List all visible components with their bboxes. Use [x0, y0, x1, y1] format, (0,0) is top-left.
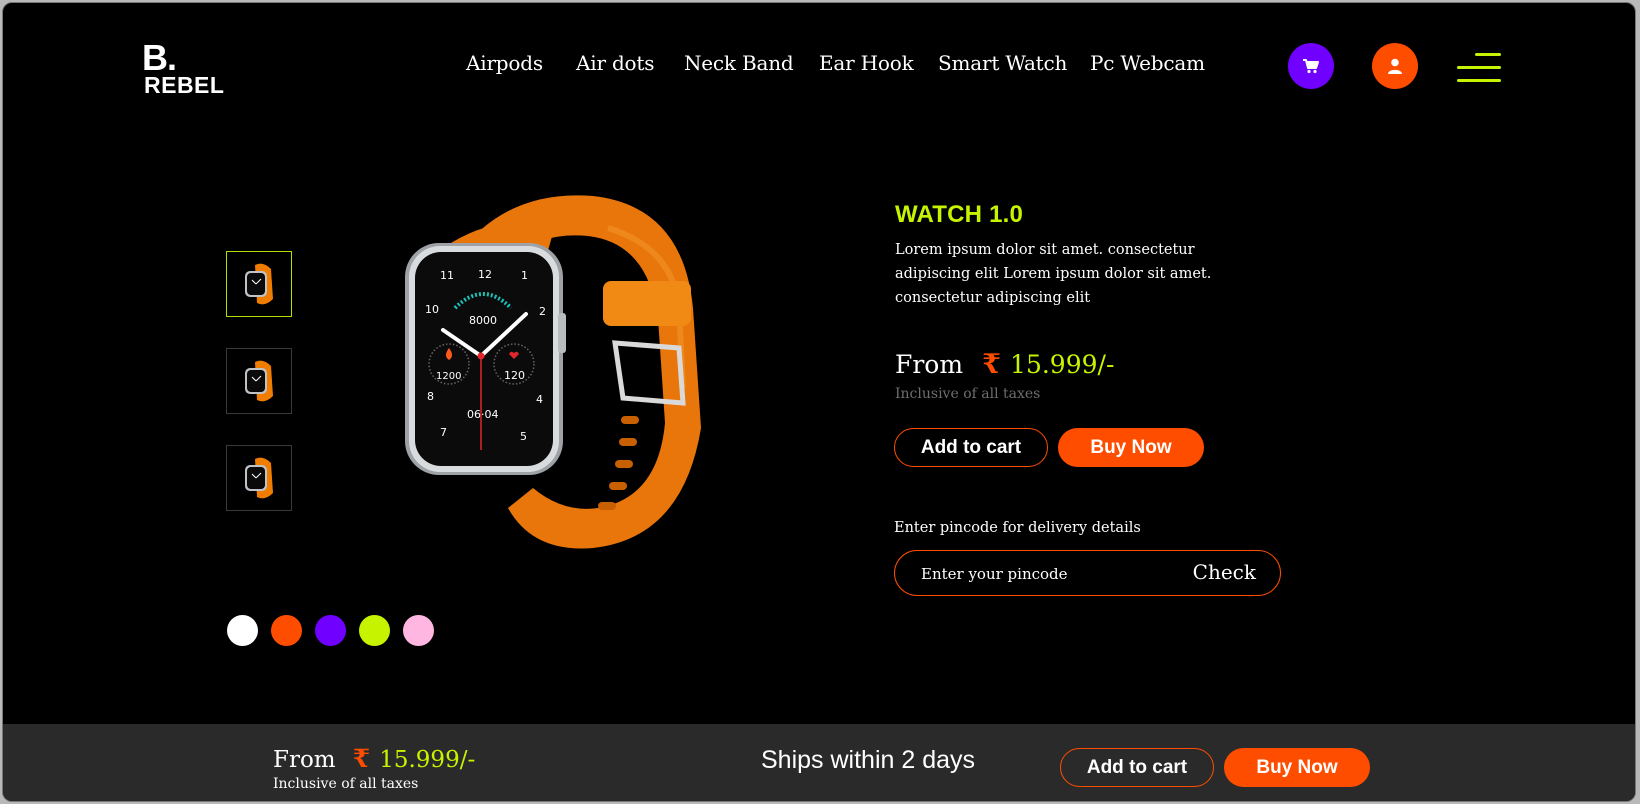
- thumbnail-2[interactable]: [226, 348, 292, 414]
- product-image: 12 1 2 4 5 7 8 10 11 8000 1200 120 06·04: [405, 195, 701, 549]
- pincode-input[interactable]: [919, 559, 1183, 589]
- heart-rate-readout: 120: [504, 369, 525, 382]
- svg-text:2: 2: [539, 305, 546, 318]
- svg-text:5: 5: [520, 430, 527, 443]
- rupee-icon: ₹: [982, 349, 1001, 380]
- watch-thumbnail-image: [245, 457, 273, 499]
- bottom-price-value: 15.999/-: [379, 747, 476, 773]
- steps-readout: 8000: [469, 314, 497, 327]
- menu-button[interactable]: [1457, 51, 1501, 85]
- cart-button[interactable]: [1288, 43, 1334, 89]
- account-button[interactable]: [1372, 43, 1418, 89]
- check-pincode-button[interactable]: Check: [1193, 560, 1256, 584]
- product-title: WATCH 1.0: [895, 201, 1024, 228]
- color-swatch-white[interactable]: [227, 615, 258, 646]
- svg-text:12: 12: [478, 268, 492, 281]
- nav-item-airpods[interactable]: Airpods: [466, 51, 543, 75]
- brand-logo[interactable]: B. REBEL: [144, 43, 264, 95]
- svg-text:11: 11: [440, 269, 454, 282]
- svg-text:10: 10: [425, 303, 439, 316]
- bottom-tax-note: Inclusive of all taxes: [273, 776, 419, 792]
- svg-text:REBEL: REBEL: [144, 72, 224, 95]
- add-to-cart-button[interactable]: Add to cart: [894, 428, 1048, 467]
- bottom-rupee-icon: ₹: [352, 744, 371, 773]
- svg-text:1: 1: [521, 269, 528, 282]
- calories-readout: 1200: [436, 371, 461, 382]
- page-frame: B. REBEL Airpods Air dots Neck Band Ear …: [2, 2, 1636, 802]
- bottom-price-from-label: From: [273, 747, 336, 773]
- thumbnail-1[interactable]: [226, 251, 292, 317]
- cart-icon: [1303, 59, 1319, 74]
- bottom-buy-now-button[interactable]: Buy Now: [1224, 748, 1370, 787]
- pincode-label: Enter pincode for delivery details: [894, 520, 1141, 536]
- color-swatch-lime[interactable]: [359, 615, 390, 646]
- nav-item-air-dots[interactable]: Air dots: [576, 51, 655, 75]
- nav-item-neck-band[interactable]: Neck Band: [684, 51, 794, 75]
- color-swatch-pink[interactable]: [403, 615, 434, 646]
- svg-text:7: 7: [440, 426, 447, 439]
- nav-item-pc-webcam[interactable]: Pc Webcam: [1090, 51, 1205, 75]
- user-icon: [1388, 58, 1402, 74]
- product-description: Lorem ipsum dolor sit amet. consectetur …: [895, 242, 1212, 306]
- price-from-label: From: [895, 350, 964, 379]
- buy-now-button[interactable]: Buy Now: [1058, 428, 1204, 467]
- date-readout: 06·04: [467, 408, 499, 421]
- color-swatch-purple[interactable]: [315, 615, 346, 646]
- nav-item-smart-watch[interactable]: Smart Watch: [938, 51, 1067, 75]
- svg-text:8: 8: [427, 390, 434, 403]
- watch-thumbnail-image: [245, 263, 273, 305]
- price-row: From ₹ 15.999/-: [895, 349, 1114, 380]
- pincode-field: Check: [894, 550, 1281, 596]
- nav-item-ear-hook[interactable]: Ear Hook: [819, 51, 914, 75]
- bottom-purchase-bar: From ₹ 15.999/- Inclusive of all taxes S…: [3, 724, 1635, 801]
- tax-note: Inclusive of all taxes: [895, 386, 1041, 402]
- watch-thumbnail-image: [245, 360, 273, 402]
- svg-text:4: 4: [536, 393, 543, 406]
- price-value: 15.999/-: [1010, 350, 1115, 379]
- bottom-add-to-cart-button[interactable]: Add to cart: [1060, 748, 1214, 787]
- thumbnail-3[interactable]: [226, 445, 292, 511]
- shipping-info: Ships within 2 days: [761, 746, 976, 774]
- color-swatch-orange[interactable]: [271, 615, 302, 646]
- bottom-price-row: From ₹ 15.999/-: [273, 744, 475, 773]
